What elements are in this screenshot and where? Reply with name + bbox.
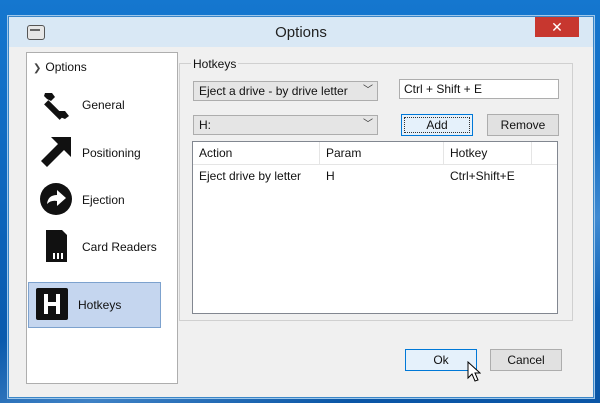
- remove-button[interactable]: Remove: [487, 114, 559, 136]
- column-header-hotkey[interactable]: Hotkey: [444, 142, 532, 164]
- sd-card-icon: [46, 230, 67, 262]
- sidebar-item-label: Card Readers: [82, 240, 157, 254]
- add-button-label: Add: [404, 117, 470, 133]
- sidebar-header-label: Options: [45, 60, 87, 74]
- mouse-pointer-icon: [467, 361, 481, 382]
- title-bar[interactable]: Options ✕: [9, 17, 593, 47]
- table-row[interactable]: Eject drive by letter H Ctrl+Shift+E: [193, 166, 557, 186]
- hotkey-h-icon: [36, 288, 68, 320]
- cell-action: Eject drive by letter: [199, 169, 302, 183]
- sidebar-item-label: Positioning: [82, 146, 141, 160]
- action-select-value: Eject a drive - by drive letter: [199, 84, 348, 98]
- sidebar-item-ejection[interactable]: Ejection: [33, 178, 166, 222]
- hotkeys-table[interactable]: Action Param Hotkey Eject drive by lette…: [192, 141, 558, 314]
- close-button[interactable]: ✕: [535, 17, 579, 37]
- eject-arrow-icon: [40, 183, 72, 215]
- arrow-icon: [41, 137, 71, 167]
- hotkey-input[interactable]: Ctrl + Shift + E: [399, 79, 559, 99]
- cell-param: H: [326, 169, 335, 183]
- collapse-chevron-icon[interactable]: ❯: [33, 63, 41, 74]
- table-header: Action Param Hotkey: [193, 142, 557, 165]
- sidebar-item-general[interactable]: General: [33, 83, 166, 127]
- sidebar-header[interactable]: ❯ Options: [33, 59, 87, 75]
- sidebar-item-card-readers[interactable]: Card Readers: [33, 225, 166, 269]
- hotkeys-group-title: Hotkeys: [191, 57, 239, 71]
- add-button[interactable]: Add: [401, 114, 473, 136]
- options-sidebar: ❯ Options General Positioning Ejection C…: [26, 52, 178, 384]
- chevron-down-icon: ﹀: [363, 119, 373, 130]
- cancel-button[interactable]: Cancel: [490, 349, 562, 371]
- sidebar-item-hotkeys[interactable]: Hotkeys: [28, 282, 161, 328]
- sidebar-item-label: General: [82, 98, 125, 112]
- wrench-icon: [44, 93, 69, 120]
- sidebar-item-label: Ejection: [82, 193, 125, 207]
- param-select[interactable]: H: ﹀: [193, 115, 378, 135]
- cell-hotkey: Ctrl+Shift+E: [450, 169, 515, 183]
- column-header-param[interactable]: Param: [320, 142, 444, 164]
- param-select-value: H:: [199, 118, 211, 132]
- column-header-action[interactable]: Action: [193, 142, 320, 164]
- chevron-down-icon: ﹀: [363, 85, 373, 96]
- sidebar-item-label: Hotkeys: [78, 298, 122, 312]
- action-select[interactable]: Eject a drive - by drive letter ﹀: [193, 81, 378, 101]
- sidebar-item-positioning[interactable]: Positioning: [33, 131, 166, 175]
- window-title: Options: [275, 24, 327, 41]
